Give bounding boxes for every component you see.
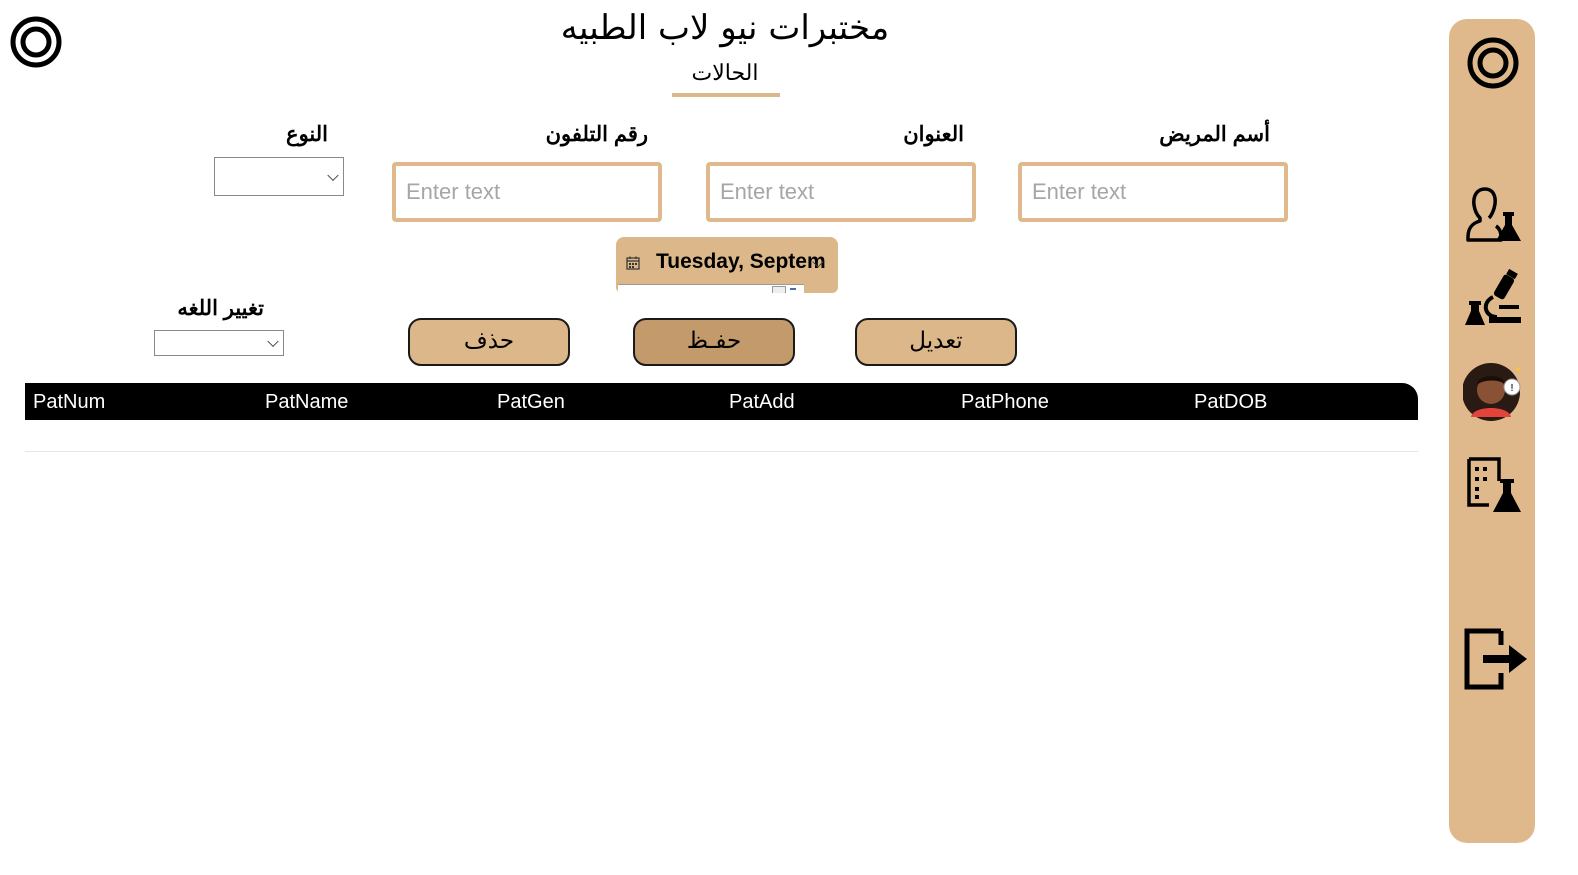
patients-table-header: PatNum PatName PatGen PatAdd PatPhone Pa… <box>25 383 1418 420</box>
gender-dropdown[interactable] <box>214 157 344 196</box>
calendar-icon <box>626 256 640 270</box>
chevron-down-icon <box>267 335 279 348</box>
date-picker-inner-field <box>618 284 804 293</box>
gender-label: النوع <box>286 123 328 146</box>
column-header-patnum[interactable]: PatNum <box>33 391 105 414</box>
date-of-birth-value: Tuesday, Septem <box>656 250 826 273</box>
app-title: مختبرات نيو لاب الطبيه <box>560 8 890 48</box>
address-input[interactable] <box>706 162 976 222</box>
table-body-divider <box>25 451 1418 452</box>
column-header-patname[interactable]: PatName <box>265 391 348 414</box>
logout-icon[interactable] <box>1461 623 1531 693</box>
date-of-birth-picker[interactable]: Tuesday, Septem <box>616 237 838 293</box>
column-header-patdob[interactable]: PatDOB <box>1194 391 1267 414</box>
date-picker-mini-indicator <box>790 288 796 290</box>
phone-label: رقم التلفون <box>545 123 648 146</box>
chevron-down-icon <box>327 169 339 181</box>
language-dropdown[interactable] <box>154 330 284 356</box>
page-title-underline <box>672 93 780 97</box>
microscope-lab-icon[interactable] <box>1463 268 1525 331</box>
sidebar: ! <box>1449 19 1535 843</box>
change-language-label: تغيير اللغه <box>177 297 264 320</box>
address-label: العنوان <box>903 123 964 146</box>
patient-name-input[interactable] <box>1018 162 1288 222</box>
patient-name-label: أسم المريض <box>1159 123 1270 146</box>
lab-report-icon[interactable] <box>1463 455 1525 517</box>
column-header-patadd[interactable]: PatAdd <box>729 391 795 414</box>
svg-text:!: ! <box>1510 383 1514 394</box>
delete-button[interactable]: حذف <box>408 318 570 366</box>
patient-avatar-icon[interactable]: ! <box>1462 361 1525 423</box>
date-picker-mini-control <box>772 286 786 293</box>
app-logo-icon <box>8 14 64 70</box>
edit-button[interactable]: تعديل <box>855 318 1017 366</box>
phone-input[interactable] <box>392 162 662 222</box>
page-title: الحالات <box>691 61 759 86</box>
save-button[interactable]: حفـظ <box>633 318 795 366</box>
sidebar-logo-icon[interactable] <box>1465 35 1521 91</box>
column-header-patgen[interactable]: PatGen <box>497 391 565 414</box>
doctor-lab-icon[interactable] <box>1463 185 1525 247</box>
column-header-patphone[interactable]: PatPhone <box>961 391 1049 414</box>
